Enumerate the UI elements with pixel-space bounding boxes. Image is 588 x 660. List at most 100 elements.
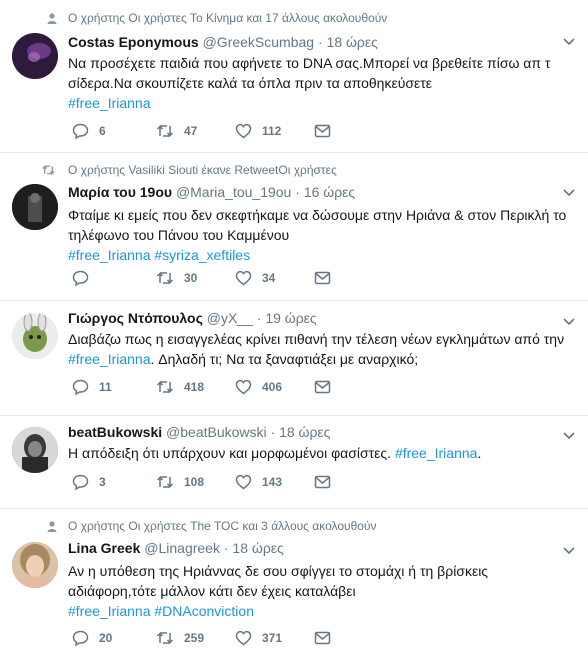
author-handle[interactable]: @beatBukowski [166,424,267,440]
reply-icon [72,123,89,139]
tweet[interactable]: Ο χρήστης Vasiliki Siouti έκανε RetweetΟ… [0,153,588,301]
reply-button[interactable]: 6 [72,123,156,139]
author-handle[interactable]: @Maria_tou_19ou [176,184,291,200]
retweet-count: 30 [184,271,198,285]
tweet-context-text[interactable]: Ο χρήστης Οι χρήστες Το Κίνημα και 17 άλ… [68,11,387,25]
avatar[interactable] [12,184,58,230]
like-count: 112 [262,124,282,138]
tweet[interactable]: Ο χρήστης Οι χρήστες The TOC και 3 άλλου… [0,509,588,660]
tweet-timestamp[interactable]: 18 ώρες [327,34,378,50]
direct-message-button[interactable] [314,124,341,138]
like-count: 143 [262,475,283,489]
author-name[interactable]: Costas Eponymous [68,34,199,50]
author-handle[interactable]: @GreekScumbag [203,34,314,50]
tweet-context: Ο χρήστης Οι χρήστες Το Κίνημα και 17 άλ… [0,11,588,25]
like-button[interactable]: 143 [235,474,314,490]
tweet-timestamp[interactable]: 18 ώρες [279,424,330,440]
tweet[interactable]: Ο χρήστης Οι χρήστες Το Κίνημα και 17 άλ… [0,0,588,153]
tweet-timestamp[interactable]: 16 ώρες [304,184,355,200]
reply-button[interactable]: 20 [72,630,156,646]
tweet-context: Ο χρήστης Vasiliki Siouti έκανε RetweetΟ… [0,163,588,177]
tweet-timeline: Ο χρήστης Οι χρήστες Το Κίνημα και 17 άλ… [0,0,588,660]
envelope-icon [314,475,331,489]
tweet-text: Φταίμε κι εμείς που δεν σκεφτήκαμε να δώ… [68,205,574,265]
reply-icon [72,630,89,646]
reply-icon [72,379,89,395]
reply-button[interactable]: 3 [72,474,156,490]
tweet[interactable]: Γιώργος Ντόπουλος @yX__ · 19 ώρες Διαβάζ… [0,301,588,416]
tweet-timestamp[interactable]: 18 ώρες [232,540,283,556]
direct-message-button[interactable] [314,631,341,645]
avatar[interactable] [12,427,58,473]
tweet-text-line: αδιάφορη,τότε μάλλον κάτι δεν έχεις κατα… [68,583,356,599]
tweet-context-text[interactable]: Ο χρήστης Οι χρήστες The TOC και 3 άλλου… [68,519,377,533]
tweet-context-text[interactable]: Ο χρήστης Vasiliki Siouti έκανε RetweetΟ… [68,163,337,177]
author-handle[interactable]: @yX__ [207,310,253,326]
hashtag-link[interactable]: #free_Irianna [68,351,151,367]
tweet-header: Lina Greek @Linagreek · 18 ώρες [68,539,574,557]
like-button[interactable]: 112 [235,123,314,139]
tweet-actions: 20 259 371 [72,628,341,648]
retweet-button[interactable]: 418 [156,379,235,395]
retweet-icon [156,123,174,139]
retweet-button[interactable]: 47 [156,123,235,139]
direct-message-button[interactable] [314,380,341,394]
retweet-icon [156,379,174,395]
heart-icon [235,123,252,139]
person-icon [44,519,60,533]
tweet-timestamp[interactable]: 19 ώρες [265,310,316,326]
separator-dot: · [223,540,229,556]
retweet-button[interactable]: 108 [156,474,235,490]
heart-icon [235,270,252,286]
envelope-icon [314,271,331,285]
like-button[interactable]: 34 [235,270,314,286]
direct-message-button[interactable] [314,271,341,285]
avatar[interactable] [12,542,58,588]
tweet-text-fragment: . [477,445,482,461]
retweet-button[interactable]: 30 [156,270,235,286]
person-icon [44,11,60,25]
like-count: 371 [262,631,283,645]
tweet-actions: 3 108 143 [72,472,341,492]
author-handle[interactable]: @Linagreek [144,540,220,556]
reply-count: 20 [99,631,113,645]
reply-count: 3 [99,475,106,489]
tweet-header: Costas Eponymous @GreekScumbag · 18 ώρες [68,33,574,51]
author-name[interactable]: beatBukowski [68,424,162,440]
retweet-button[interactable]: 259 [156,630,235,646]
hashtag-link[interactable]: #free_Irianna [395,445,478,461]
tweet-actions: 30 34 [72,268,341,288]
envelope-icon [314,124,331,138]
tweet-text-line: Φταίμε κι εμείς που δεν σκεφτήκαμε να δώ… [68,207,567,223]
like-button[interactable]: 406 [235,379,314,395]
envelope-icon [314,380,331,394]
reply-button[interactable]: 11 [72,379,156,395]
hashtag-link[interactable]: #free_Irianna #syriza_xeftiles [68,245,574,265]
like-button[interactable]: 371 [235,630,314,646]
hashtag-link[interactable]: #free_Irianna [68,93,574,113]
author-name[interactable]: Γιώργος Ντόπουλος [68,310,203,326]
author-name[interactable]: Lina Greek [68,540,140,556]
hashtag-link[interactable]: #free_Irianna #DNAconviction [68,601,574,621]
tweet-text-line: Να προσέχετε παιδιά που αφήνετε το DNA σ… [68,55,551,71]
tweet-text-fragment: . Δηλαδή τι; Να τα ξαναφτιάξει με αναρχι… [150,351,419,367]
tweet-header: Γιώργος Ντόπουλος @yX__ · 19 ώρες [68,309,574,327]
tweet[interactable]: beatBukowski @beatBukowski · 18 ώρες Η α… [0,416,588,509]
avatar[interactable] [12,313,58,359]
author-name[interactable]: Μαρία του 19ου [68,184,172,200]
retweet-icon [156,270,174,286]
tweet-text: Η απόδειξη ότι υπάρχουν και μορφωμένοι φ… [68,443,574,463]
direct-message-button[interactable] [314,475,341,489]
tweet-actions: 11 418 406 [72,377,341,397]
retweet-count: 47 [184,124,198,138]
separator-dot: · [317,34,323,50]
retweet-count: 108 [184,475,205,489]
like-count: 34 [262,271,276,285]
retweet-icon [156,630,174,646]
tweet-text-line: τηλέφωνο του Πάνου του Καμμένου [68,227,290,243]
reply-button[interactable] [72,270,156,286]
avatar[interactable] [12,33,58,79]
reply-count: 6 [99,124,106,138]
tweet-actions: 6 47 112 [72,121,341,141]
like-count: 406 [262,380,283,394]
